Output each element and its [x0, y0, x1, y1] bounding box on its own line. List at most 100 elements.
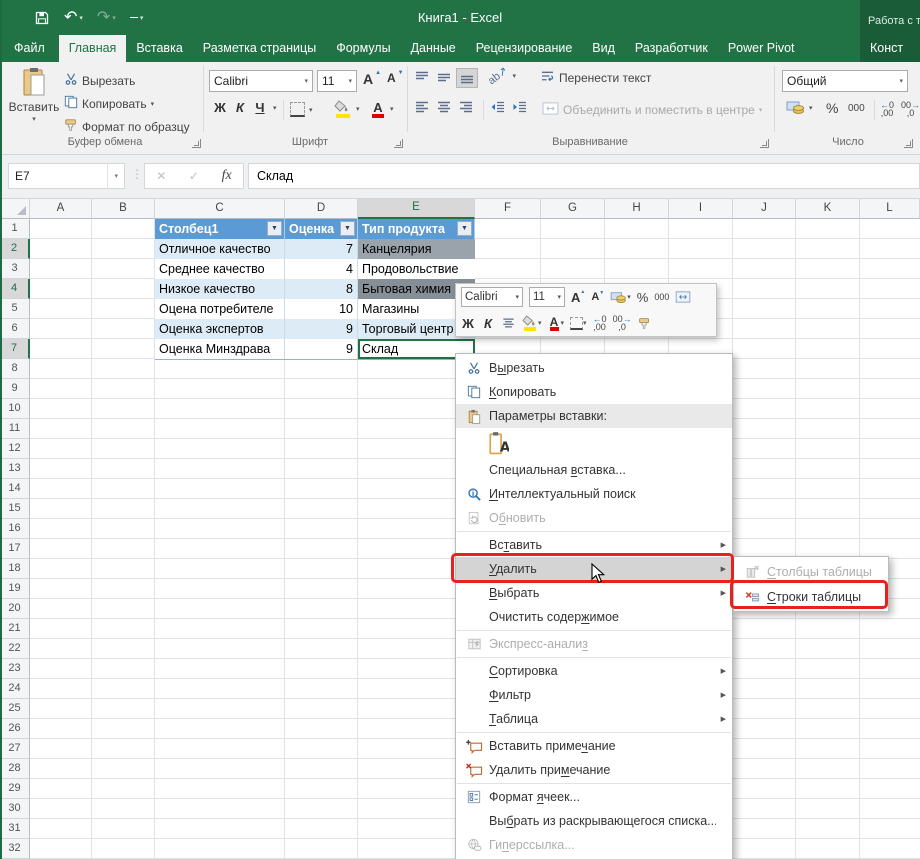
row-header-30[interactable]: 30: [0, 799, 30, 819]
row-header-21[interactable]: 21: [0, 619, 30, 639]
mini-increase-decimal-icon[interactable]: ←0 ,00: [593, 315, 607, 331]
format-painter-button[interactable]: Формат по образцу: [64, 118, 190, 135]
tab-Формулы[interactable]: Формулы: [326, 35, 400, 62]
currency-format-icon[interactable]: ▾: [786, 100, 813, 115]
mini-format-painter-icon[interactable]: [638, 317, 651, 330]
font-dialog-launcher-icon[interactable]: [394, 139, 403, 148]
cell-D2[interactable]: 7: [285, 239, 358, 259]
table-header-cell[interactable]: Тип продукта▼: [358, 219, 475, 239]
tab-Power Pivot[interactable]: Power Pivot: [718, 35, 805, 62]
filter-dropdown-icon[interactable]: ▼: [457, 221, 472, 236]
cut-button[interactable]: Вырезать: [64, 72, 135, 89]
align-left-icon[interactable]: [414, 100, 430, 114]
row-header-17[interactable]: 17: [0, 539, 30, 559]
mini-currency-icon[interactable]: ▾: [610, 291, 631, 304]
underline-button[interactable]: Ч▾: [251, 100, 277, 115]
row-header-7[interactable]: 7: [0, 339, 30, 359]
menu-item-вставить-примечание[interactable]: Вставить примечание: [456, 734, 732, 758]
clipboard-dialog-launcher-icon[interactable]: [192, 139, 201, 148]
column-header-F[interactable]: F: [475, 199, 541, 219]
row-header-5[interactable]: 5: [0, 299, 30, 319]
row-header-27[interactable]: 27: [0, 739, 30, 759]
font-name-combo[interactable]: Calibri▾: [209, 70, 313, 92]
tab-Данные[interactable]: Данные: [401, 35, 466, 62]
menu-item-удалить-примечание[interactable]: Удалить примечание: [456, 758, 732, 782]
column-header-B[interactable]: B: [92, 199, 155, 219]
row-header-4[interactable]: 4: [0, 279, 30, 299]
insert-function-icon[interactable]: fx: [222, 168, 232, 184]
row-header-18[interactable]: 18: [0, 559, 30, 579]
increase-decimal-icon[interactable]: ←0 ,00: [880, 101, 894, 117]
number-dialog-launcher-icon[interactable]: [904, 139, 913, 148]
column-header-E[interactable]: E: [358, 199, 475, 219]
row-header-14[interactable]: 14: [0, 479, 30, 499]
column-header-K[interactable]: K: [796, 199, 860, 219]
align-top-icon[interactable]: [414, 70, 430, 84]
menu-item-специальная-вставка[interactable]: Специальная вставка...: [456, 458, 732, 482]
cell-D5[interactable]: 10: [285, 299, 358, 319]
row-header-31[interactable]: 31: [0, 819, 30, 839]
cell-D7[interactable]: 9: [285, 339, 358, 359]
tab-Главная[interactable]: Главная: [59, 35, 127, 62]
column-header-G[interactable]: G: [541, 199, 605, 219]
mini-font-color-icon[interactable]: А▾: [548, 315, 565, 331]
cell-C7[interactable]: Оценка Минздрава: [155, 339, 285, 359]
paste-option-keep-text[interactable]: А: [456, 428, 732, 458]
table-header-cell[interactable]: Столбец1▼: [155, 219, 285, 239]
row-header-22[interactable]: 22: [0, 639, 30, 659]
formula-input[interactable]: Склад: [248, 163, 920, 189]
column-header-A[interactable]: A: [30, 199, 92, 219]
name-box-dropdown-icon[interactable]: ▾: [107, 164, 118, 188]
font-size-combo[interactable]: 11▾: [317, 70, 357, 92]
cell-E2[interactable]: Канцелярия: [358, 239, 475, 259]
row-header-1[interactable]: 1: [0, 219, 30, 239]
name-box[interactable]: E7▾: [8, 163, 125, 189]
column-header-I[interactable]: I: [669, 199, 733, 219]
cancel-icon[interactable]: ✕: [156, 169, 166, 183]
row-header-8[interactable]: 8: [0, 359, 30, 379]
row-header-26[interactable]: 26: [0, 719, 30, 739]
increase-font-icon[interactable]: А▲: [363, 71, 383, 87]
tab-Разработчик[interactable]: Разработчик: [625, 35, 718, 62]
tab-Конст[interactable]: Конст: [860, 35, 920, 62]
row-header-6[interactable]: 6: [0, 319, 30, 339]
mini-bold-button[interactable]: Ж: [461, 316, 475, 331]
font-color-icon[interactable]: А ▾: [370, 100, 394, 118]
bold-button[interactable]: Ж: [211, 100, 229, 115]
percent-style-button[interactable]: %: [826, 100, 838, 116]
fill-color-icon[interactable]: ▾: [334, 100, 360, 118]
wrap-text-button[interactable]: Перенести текст: [540, 70, 651, 86]
menu-item-интеллектуальный-поиск[interactable]: iИнтеллектуальный поиск: [456, 482, 732, 506]
tab-Рецензирование[interactable]: Рецензирование: [466, 35, 583, 62]
mini-comma-button[interactable]: 000: [654, 292, 669, 302]
menu-item-выбрать-из-раскрывающегося-списка[interactable]: Выбрать из раскрывающегося списка...: [456, 809, 732, 833]
menu-item-копировать[interactable]: Копировать: [456, 380, 732, 404]
mini-increase-font-icon[interactable]: А▲: [571, 290, 585, 305]
tab-Файл[interactable]: Файл: [0, 35, 59, 62]
cell-C2[interactable]: Отличное качество: [155, 239, 285, 259]
mini-font-size-combo[interactable]: 11▾: [529, 287, 565, 307]
menu-item-очистить-содержимое[interactable]: Очистить содержимое: [456, 605, 732, 629]
menu-item-параметры-вставки[interactable]: Параметры вставки:: [456, 404, 732, 428]
row-header-28[interactable]: 28: [0, 759, 30, 779]
row-header-2[interactable]: 2: [0, 239, 30, 259]
align-middle-icon[interactable]: [436, 70, 452, 84]
orientation-icon[interactable]: ab↗▾: [487, 69, 516, 82]
mini-font-name-combo[interactable]: Calibri▾: [461, 287, 523, 307]
comma-style-button[interactable]: 000: [848, 103, 865, 114]
row-header-25[interactable]: 25: [0, 699, 30, 719]
row-header-29[interactable]: 29: [0, 779, 30, 799]
column-header-C[interactable]: C: [155, 199, 285, 219]
align-right-icon[interactable]: [458, 100, 474, 114]
decrease-font-icon[interactable]: А▼: [387, 71, 406, 85]
mini-decrease-font-icon[interactable]: А▼: [591, 291, 604, 303]
select-all-corner[interactable]: [0, 199, 30, 219]
cell-D4[interactable]: 8: [285, 279, 358, 299]
row-header-12[interactable]: 12: [0, 439, 30, 459]
column-header-D[interactable]: D: [285, 199, 358, 219]
formula-bar-grip[interactable]: ⋮: [131, 167, 143, 181]
alignment-dialog-launcher-icon[interactable]: [760, 139, 769, 148]
row-header-32[interactable]: 32: [0, 839, 30, 859]
menu-item-фильтр[interactable]: Фильтр▶: [456, 683, 732, 707]
cell-C4[interactable]: Низкое качество: [155, 279, 285, 299]
